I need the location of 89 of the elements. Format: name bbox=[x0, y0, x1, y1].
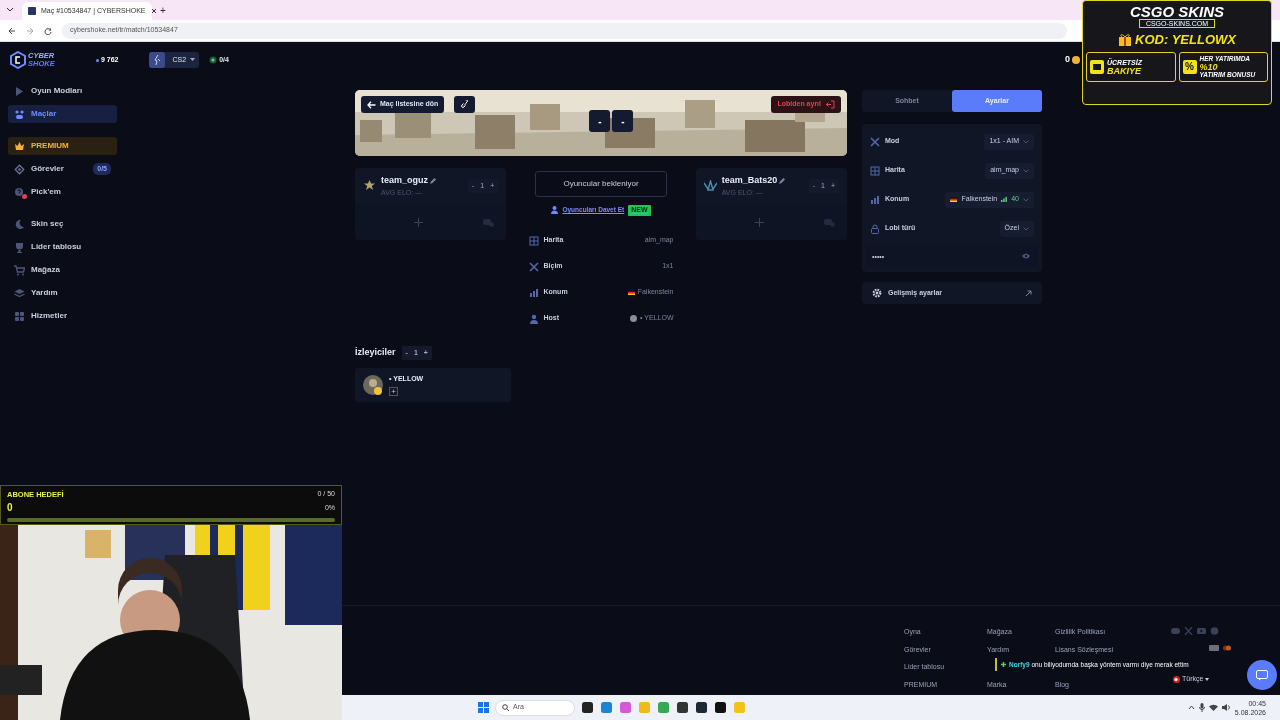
status-box: Oyuncular bekleniyor bbox=[535, 171, 667, 197]
gear-icon bbox=[872, 288, 882, 298]
goal-count: 0 bbox=[7, 501, 13, 516]
caret-icon bbox=[1205, 677, 1210, 681]
runner-icon bbox=[152, 55, 161, 65]
plus-icon bbox=[1001, 662, 1006, 667]
ad-text: %10 bbox=[1199, 62, 1219, 71]
signal-bars-icon bbox=[870, 194, 880, 205]
new-tab-button[interactable]: + bbox=[160, 2, 166, 18]
layers-icon bbox=[14, 287, 25, 299]
user-icon bbox=[528, 313, 539, 324]
sidebar-item[interactable]: Hizmetler bbox=[8, 307, 117, 325]
promo-code: KOD: YELLOWX bbox=[1135, 31, 1236, 49]
close-icon[interactable] bbox=[150, 8, 157, 14]
dot-icon bbox=[96, 58, 99, 62]
globe-icon bbox=[209, 56, 218, 64]
cart-icon bbox=[14, 264, 25, 276]
crossed-swords-icon bbox=[870, 136, 880, 147]
sidebar-item[interactable]: Lider tablosu bbox=[8, 238, 117, 256]
sidebar-item[interactable]: Pick'em bbox=[8, 183, 117, 201]
flag-icon bbox=[627, 290, 635, 295]
coin-icon bbox=[1072, 56, 1080, 64]
coin-balance: 0 bbox=[1065, 53, 1070, 67]
eye-icon[interactable] bbox=[1022, 253, 1030, 259]
chat-icon bbox=[1256, 669, 1268, 681]
speaker-icon[interactable] bbox=[1221, 704, 1231, 711]
link-icon bbox=[460, 100, 470, 109]
windows-logo-icon[interactable] bbox=[478, 702, 489, 713]
wifi-icon[interactable] bbox=[1208, 704, 1218, 711]
chevron-down-icon[interactable] bbox=[6, 6, 14, 14]
gift-icon bbox=[1118, 33, 1133, 47]
ad-brand: CSGO SKINS bbox=[1129, 4, 1225, 19]
crown-icon bbox=[14, 140, 25, 152]
ad-text: BAKIYE bbox=[1107, 66, 1142, 76]
add-button[interactable]: + bbox=[389, 386, 398, 396]
flag-icon bbox=[950, 197, 958, 202]
app-icon[interactable] bbox=[676, 701, 689, 714]
diamond-icon bbox=[14, 163, 25, 175]
sidebar-item[interactable]: Oyun Modları bbox=[8, 82, 117, 100]
crossed-swords-icon bbox=[528, 261, 539, 272]
dual-circle-icon bbox=[1223, 645, 1231, 651]
arrow-left-icon bbox=[367, 100, 376, 109]
trophy-icon bbox=[14, 241, 25, 253]
percent-badge: % bbox=[1182, 59, 1197, 74]
sidebar-item[interactable]: Maçlar bbox=[8, 105, 117, 123]
map-icon bbox=[870, 165, 880, 176]
signal-icon bbox=[1001, 197, 1008, 202]
moon-icon bbox=[14, 218, 25, 230]
question-icon bbox=[14, 186, 25, 198]
pencil-icon[interactable] bbox=[430, 177, 436, 184]
section-title: İzleyiciler bbox=[355, 346, 396, 359]
search-icon bbox=[502, 704, 509, 711]
lock-icon bbox=[870, 223, 880, 234]
sidebar-item[interactable]: Yardım bbox=[8, 284, 117, 302]
caret-icon bbox=[190, 58, 196, 62]
chevron-down-icon bbox=[1023, 168, 1029, 173]
chevron-up-icon[interactable] bbox=[1187, 705, 1195, 710]
group-icon bbox=[14, 108, 25, 120]
play-icon bbox=[14, 85, 25, 97]
back-icon[interactable] bbox=[8, 26, 16, 35]
wings-emblem-icon bbox=[703, 180, 717, 192]
copy-link-button[interactable] bbox=[454, 96, 476, 113]
pencil-icon[interactable] bbox=[779, 177, 786, 184]
microphone-icon[interactable] bbox=[1198, 703, 1205, 712]
external-arrow-icon bbox=[1025, 289, 1032, 297]
sidebar-item[interactable]: Mağaza bbox=[8, 261, 117, 279]
avatar-icon bbox=[363, 375, 383, 395]
avatar-icon bbox=[630, 315, 638, 322]
team-name: team_oguz bbox=[381, 174, 428, 187]
chevron-down-icon bbox=[1023, 139, 1029, 144]
chevron-down-icon bbox=[1023, 226, 1029, 231]
reload-icon[interactable] bbox=[44, 26, 52, 35]
chevron-down-icon bbox=[1023, 197, 1029, 202]
flag-icon bbox=[1173, 675, 1180, 683]
signal-bars-icon bbox=[528, 287, 539, 298]
score-box: - bbox=[589, 110, 611, 132]
score-box: - bbox=[612, 110, 634, 132]
exit-icon bbox=[825, 100, 835, 109]
app-icon[interactable] bbox=[714, 701, 727, 714]
site-favicon-icon bbox=[28, 7, 36, 15]
user-icon bbox=[551, 206, 559, 215]
grid-icon bbox=[14, 310, 25, 322]
shield-logo-icon bbox=[10, 51, 26, 69]
star-emblem-icon bbox=[363, 180, 376, 192]
sidebar-item[interactable]: Skin seç bbox=[8, 215, 117, 233]
map-icon bbox=[528, 235, 539, 246]
card-icon bbox=[1209, 645, 1219, 651]
sidebar-item[interactable]: PREMIUM bbox=[8, 137, 117, 155]
team-name: team_Bats20 bbox=[721, 174, 778, 187]
